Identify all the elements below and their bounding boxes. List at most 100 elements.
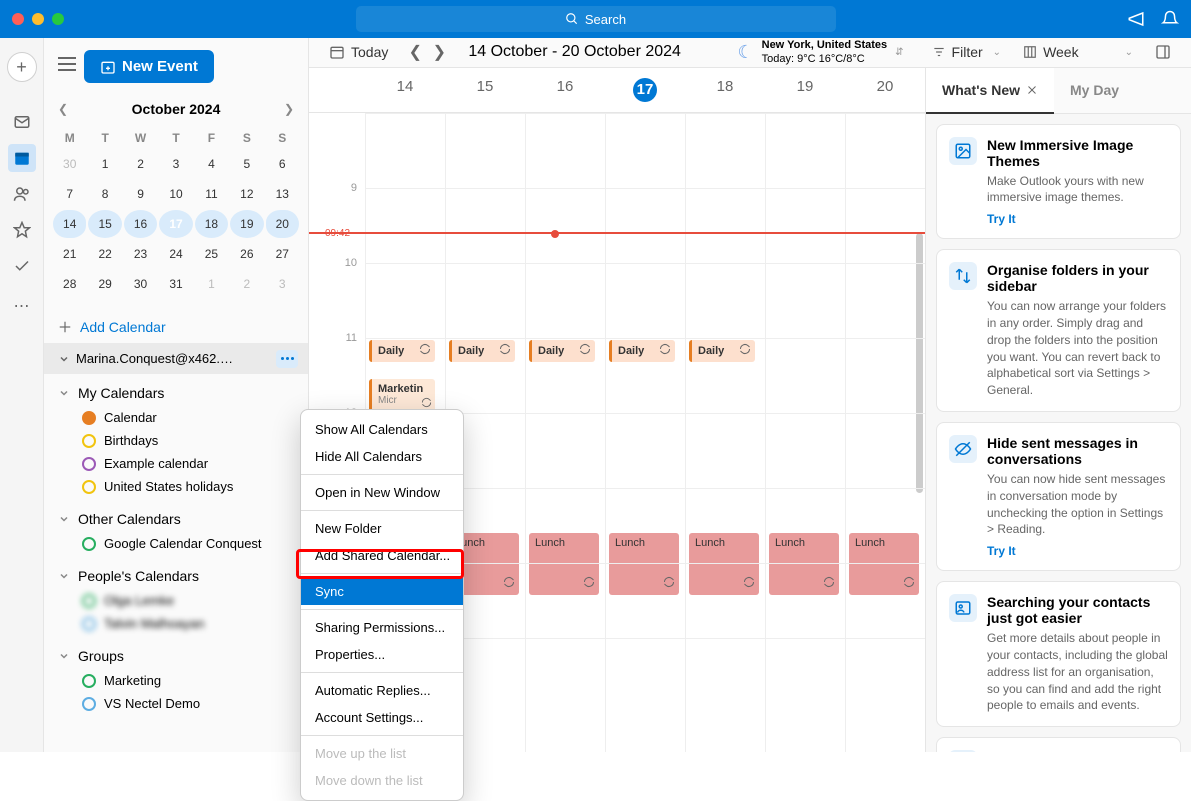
day-header[interactable]: 20 <box>845 68 925 112</box>
account-row[interactable]: Marina.Conquest@x462.… <box>44 343 308 374</box>
today-button[interactable]: Today <box>323 40 394 64</box>
day-header[interactable]: 18 <box>685 68 765 112</box>
close-icon[interactable] <box>1026 84 1038 96</box>
mini-cal-day[interactable]: 20 <box>266 210 299 238</box>
weather-widget[interactable]: ☾ New York, United States Today: 9°C 16°… <box>737 38 903 67</box>
whats-new-card[interactable]: Live collaboration in email Think, plan … <box>936 737 1181 752</box>
context-menu-item[interactable]: Properties... <box>301 641 463 668</box>
calendar-section-header[interactable]: Other Calendars <box>58 506 294 532</box>
mini-cal-day[interactable]: 1 <box>195 270 228 298</box>
calendar-item[interactable]: Example calendar <box>58 452 294 475</box>
event-daily[interactable]: Daily <box>449 340 515 362</box>
event-lunch[interactable]: Lunch <box>609 533 679 595</box>
mini-cal-day[interactable]: 26 <box>230 240 263 268</box>
event-lunch[interactable]: Lunch <box>529 533 599 595</box>
prev-week-button[interactable]: ❮ <box>404 41 426 63</box>
context-menu-item[interactable]: Add Shared Calendar... <box>301 542 463 569</box>
mini-cal-day[interactable]: 27 <box>266 240 299 268</box>
day-column[interactable]: Lunch <box>845 113 925 752</box>
day-header[interactable]: 15 <box>445 68 525 112</box>
event-marketin[interactable]: MarketinMicr <box>369 379 435 413</box>
mini-cal-day[interactable]: 2 <box>230 270 263 298</box>
minimize-icon[interactable] <box>32 13 44 25</box>
prev-month-button[interactable]: ❮ <box>58 102 68 116</box>
mini-cal-day[interactable]: 29 <box>88 270 121 298</box>
calendar-item[interactable]: United States holidays <box>58 475 294 498</box>
filter-button[interactable]: Filter ⌄ <box>926 40 1008 64</box>
hamburger-icon[interactable] <box>58 57 76 76</box>
tab-whats-new[interactable]: What's New <box>926 68 1054 114</box>
whats-new-card[interactable]: Organise folders in your sidebar You can… <box>936 249 1181 412</box>
calendar-item[interactable]: Olga Lemke <box>58 589 294 612</box>
more-icon[interactable]: ⋯ <box>8 292 36 320</box>
scrollbar[interactable] <box>916 233 923 493</box>
mini-cal-day[interactable]: 31 <box>159 270 192 298</box>
event-lunch[interactable]: Lunch <box>769 533 839 595</box>
day-header[interactable]: 14 <box>365 68 445 112</box>
panel-toggle-button[interactable] <box>1149 40 1177 64</box>
mini-cal-day[interactable]: 19 <box>230 210 263 238</box>
mini-cal-day[interactable]: 11 <box>195 180 228 208</box>
mini-cal-day[interactable]: 28 <box>53 270 86 298</box>
day-column[interactable]: Daily Lunch <box>605 113 685 752</box>
mini-cal-day[interactable]: 22 <box>88 240 121 268</box>
day-column[interactable]: Daily Lunch <box>525 113 605 752</box>
maximize-icon[interactable] <box>52 13 64 25</box>
mini-cal-day[interactable]: 13 <box>266 180 299 208</box>
calendar-item[interactable]: Google Calendar Conquest <box>58 532 294 555</box>
whats-new-card[interactable]: New Immersive Image Themes Make Outlook … <box>936 124 1181 240</box>
event-daily[interactable]: Daily <box>529 340 595 362</box>
mini-cal-day[interactable]: 3 <box>266 270 299 298</box>
context-menu-item[interactable]: Account Settings... <box>301 704 463 731</box>
mini-cal-day[interactable]: 25 <box>195 240 228 268</box>
mini-cal-day[interactable]: 16 <box>124 210 157 238</box>
new-event-button[interactable]: New Event <box>84 50 214 83</box>
mini-cal-day[interactable]: 3 <box>159 150 192 178</box>
mini-cal-day[interactable]: 5 <box>230 150 263 178</box>
event-daily[interactable]: Daily <box>609 340 675 362</box>
mini-cal-day[interactable]: 14 <box>53 210 86 238</box>
mini-cal-day[interactable]: 8 <box>88 180 121 208</box>
mail-icon[interactable] <box>8 108 36 136</box>
mini-cal-day[interactable]: 12 <box>230 180 263 208</box>
context-menu-item[interactable]: Automatic Replies... <box>301 677 463 704</box>
search-input[interactable]: Search <box>356 6 836 32</box>
context-menu-item[interactable]: Sharing Permissions... <box>301 614 463 641</box>
star-icon[interactable] <box>8 216 36 244</box>
mini-cal-day[interactable]: 18 <box>195 210 228 238</box>
add-calendar-button[interactable]: Add Calendar <box>44 305 308 343</box>
event-lunch[interactable]: Lunch <box>849 533 919 595</box>
card-action-link[interactable]: Try It <box>987 544 1168 558</box>
calendar-icon[interactable] <box>8 144 36 172</box>
bell-icon[interactable] <box>1161 10 1179 28</box>
calendar-item[interactable]: Calendar <box>58 406 294 429</box>
mini-cal-day[interactable]: 15 <box>88 210 121 238</box>
context-menu-item[interactable]: Sync <box>301 578 463 605</box>
close-icon[interactable] <box>12 13 24 25</box>
calendar-item[interactable]: Marketing <box>58 669 294 692</box>
whats-new-card[interactable]: Searching your contacts just got easier … <box>936 581 1181 727</box>
account-more-button[interactable] <box>276 350 298 368</box>
calendar-section-header[interactable]: People's Calendars <box>58 563 294 589</box>
day-header[interactable]: 19 <box>765 68 845 112</box>
context-menu-item[interactable]: Open in New Window <box>301 479 463 506</box>
mini-cal-day[interactable]: 6 <box>266 150 299 178</box>
mini-cal-day[interactable]: 30 <box>124 270 157 298</box>
right-panel-body[interactable]: New Immersive Image Themes Make Outlook … <box>926 114 1191 752</box>
mini-cal-day[interactable]: 1 <box>88 150 121 178</box>
next-week-button[interactable]: ❯ <box>428 41 450 63</box>
mini-cal-day[interactable]: 30 <box>53 150 86 178</box>
tab-my-day[interactable]: My Day <box>1054 68 1135 113</box>
mini-cal-day[interactable]: 23 <box>124 240 157 268</box>
mini-cal-day[interactable]: 7 <box>53 180 86 208</box>
mini-cal-day[interactable]: 9 <box>124 180 157 208</box>
context-menu-item[interactable]: New Folder <box>301 515 463 542</box>
card-action-link[interactable]: Try It <box>987 212 1168 226</box>
megaphone-icon[interactable] <box>1127 10 1145 28</box>
day-column[interactable]: DailyLunch <box>685 113 765 752</box>
people-icon[interactable] <box>8 180 36 208</box>
context-menu-item[interactable]: Hide All Calendars <box>301 443 463 470</box>
new-button[interactable]: + <box>7 52 37 82</box>
day-header[interactable]: 17 <box>605 68 685 112</box>
day-column[interactable]: Lunch <box>765 113 845 752</box>
